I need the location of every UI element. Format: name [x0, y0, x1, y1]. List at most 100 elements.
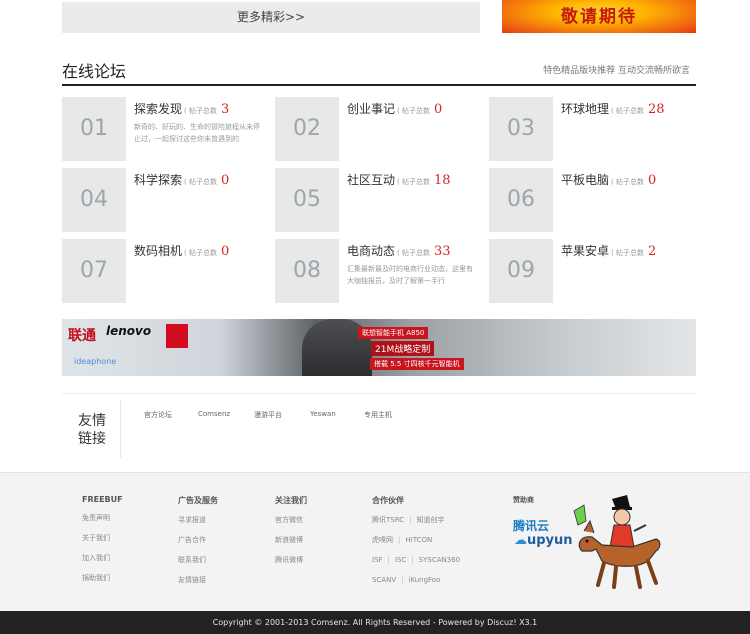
forum-number: 05 — [275, 168, 339, 232]
post-count: 2 — [647, 244, 657, 259]
partner-link[interactable]: HITCON — [405, 536, 432, 544]
footer-col-title: FREEBUF — [82, 495, 123, 504]
forum-card[interactable]: 02 创业事记( 帖子总数 0 — [275, 97, 480, 161]
forum-card[interactable]: 08 电商动态( 帖子总数 33 汇集最新最及时的电商行业动态，这里有大咖独报员，及时… — [275, 239, 480, 303]
footer-link[interactable]: 官方微信 — [275, 513, 307, 533]
post-count: 3 — [220, 102, 230, 117]
post-count-label: ( 帖子总数 — [184, 178, 217, 186]
forum-name-row: 社区互动( 帖子总数 18 — [347, 171, 451, 188]
friend-link[interactable]: Comsenz — [198, 410, 230, 418]
forum-name[interactable]: 平板电脑 — [561, 173, 609, 187]
forum-description: 新奇的、好玩的、生命的冒险旅程从未停止过，一起探讨这些你未曾遇到的 — [134, 123, 260, 143]
footer-link[interactable]: 广告合作 — [178, 533, 218, 553]
forum-number: 01 — [62, 97, 126, 161]
footer-link[interactable]: 友情链接 — [178, 573, 218, 593]
section-divider — [62, 84, 696, 86]
footer-col-partners: 合作伙伴 腾讯TSRC | 知道创宇 虎嗅网 | HITCON ISF | ISC | SYSC… — [372, 495, 460, 593]
forum-card[interactable]: 04 科学探索( 帖子总数 0 — [62, 168, 267, 232]
sponsor-title: 赞助商 — [513, 496, 534, 504]
lenovo-logo: lenovo — [106, 324, 152, 338]
footer-col-title: 关注我们 — [275, 496, 307, 505]
post-count-label: ( 帖子总数 — [184, 249, 217, 257]
forum-card[interactable]: 05 社区互动( 帖子总数 18 — [275, 168, 480, 232]
forum-name[interactable]: 电商动态 — [347, 244, 395, 258]
upyun-logo[interactable]: ☁upyun — [514, 533, 573, 548]
friend-links-divider — [120, 400, 121, 458]
footer-col-ads: 广告及服务 寻求报道 广告合作 联系我们 友情链接 — [178, 495, 218, 593]
post-count-label: ( 帖子总数 — [184, 107, 217, 115]
post-count: 0 — [220, 244, 230, 259]
post-count: 0 — [220, 173, 230, 188]
post-count: 0 — [647, 173, 657, 188]
tencent-cloud-logo[interactable]: 腾讯云 — [513, 517, 549, 534]
forum-name-row: 科学探索( 帖子总数 0 — [134, 171, 229, 188]
forum-name-row: 数码相机( 帖子总数 0 — [134, 242, 229, 259]
partner-link[interactable]: iKungFoo — [409, 576, 441, 584]
footer-col-title: 合作伙伴 — [372, 496, 404, 505]
brand-red-tag — [166, 324, 188, 348]
banner-line-2: 21M战略定制 — [371, 341, 435, 356]
partner-link[interactable]: SYSCAN360 — [419, 556, 460, 564]
forum-name-row: 苹果安卓( 帖子总数 2 — [561, 242, 656, 259]
forum-card[interactable]: 03 环球地理( 帖子总数 28 — [489, 97, 694, 161]
forum-name[interactable]: 探索发现 — [134, 102, 182, 116]
banner-line-3: 搭载 5.5 寸四核千元智能机 — [370, 358, 464, 370]
forum-name-row: 环球地理( 帖子总数 28 — [561, 100, 665, 117]
friend-link[interactable]: 官方论坛 — [144, 410, 172, 420]
banner-line-1: 联想智能手机 A850 — [358, 327, 429, 339]
forum-description: 汇集最新最及时的电商行业动态，这里有大咖独报员，及时了解第一手行 — [347, 265, 473, 285]
post-count: 28 — [647, 102, 665, 117]
friend-link[interactable]: 专用主机 — [364, 410, 392, 420]
forum-name-row: 电商动态( 帖子总数 33 — [347, 242, 451, 259]
forum-card[interactable]: 09 苹果安卓( 帖子总数 2 — [489, 239, 694, 303]
forum-section-subtitle: 特色精品版块推荐 互动交流畅所欲言 — [543, 66, 690, 76]
lenovo-banner-ad[interactable]: 联通 lenovo ideaphone 联想智能手机 A850 21M战略定制 … — [62, 319, 696, 376]
forum-card[interactable]: 06 平板电脑( 帖子总数 0 — [489, 168, 694, 232]
forum-number: 09 — [489, 239, 553, 303]
post-count-label: ( 帖子总数 — [611, 178, 644, 186]
forum-name[interactable]: 科学探索 — [134, 173, 182, 187]
partner-link[interactable]: 腾讯TSRC — [372, 516, 404, 524]
partner-link[interactable]: SCANV — [372, 576, 396, 584]
partner-row: SCANV | iKungFoo — [372, 576, 441, 584]
footer-link[interactable]: 新浪微博 — [275, 533, 307, 553]
forum-number: 07 — [62, 239, 126, 303]
coming-soon-promo[interactable]: 敬请期待 — [502, 0, 696, 33]
partner-row: 虎嗅网 | HITCON — [372, 536, 433, 544]
footer-col-follow: 关注我们 官方微信 新浪微博 腾讯微博 — [275, 495, 307, 573]
friend-link[interactable]: 漫游平台 — [254, 410, 282, 420]
forum-name-row: 创业事记( 帖子总数 0 — [347, 100, 442, 117]
horse-rider-mascot-icon — [573, 495, 661, 589]
partner-link[interactable]: ISC — [395, 556, 406, 564]
partner-link[interactable]: 知道创宇 — [416, 516, 444, 524]
footer-link[interactable]: 捐助我们 — [82, 571, 123, 591]
forum-card[interactable]: 01 探索发现( 帖子总数 3 新奇的、好玩的、生命的冒险旅程从未停止过，一起探讨这些… — [62, 97, 267, 161]
unicom-logo: 联通 — [68, 328, 96, 344]
post-count-label: ( 帖子总数 — [611, 107, 644, 115]
friend-links-label: 友情链接 — [78, 413, 106, 447]
forum-card[interactable]: 07 数码相机( 帖子总数 0 — [62, 239, 267, 303]
forum-name[interactable]: 环球地理 — [561, 102, 609, 116]
partner-row: 腾讯TSRC | 知道创宇 — [372, 516, 445, 524]
post-count: 18 — [433, 173, 451, 188]
cloud-icon: ☁ — [514, 533, 527, 548]
footer-link[interactable]: 联系我们 — [178, 553, 218, 573]
footer-link[interactable]: 寻求报道 — [178, 513, 218, 533]
friend-links: 友情链接 官方论坛 Comsenz 漫游平台 Yeswan 专用主机 — [62, 393, 696, 463]
forum-name[interactable]: 苹果安卓 — [561, 244, 609, 258]
footer-col-title: 广告及服务 — [178, 496, 218, 505]
copyright-bar: Copyright © 2001-2013 Comsenz. All Right… — [0, 611, 750, 634]
more-button[interactable]: 更多精彩>> — [62, 2, 480, 33]
footer-link[interactable]: 加入我们 — [82, 551, 123, 571]
footer-link[interactable]: 关于我们 — [82, 531, 123, 551]
forum-name-row: 探索发现( 帖子总数 3 — [134, 100, 229, 117]
footer-link[interactable]: 免责声明 — [82, 511, 123, 531]
forum-number: 08 — [275, 239, 339, 303]
partner-link[interactable]: ISF — [372, 556, 383, 564]
forum-name[interactable]: 社区互动 — [347, 173, 395, 187]
friend-link[interactable]: Yeswan — [310, 410, 336, 418]
partner-link[interactable]: 虎嗅网 — [372, 536, 393, 544]
footer-link[interactable]: 腾讯微博 — [275, 553, 307, 573]
forum-name[interactable]: 数码相机 — [134, 244, 182, 258]
forum-name[interactable]: 创业事记 — [347, 102, 395, 116]
